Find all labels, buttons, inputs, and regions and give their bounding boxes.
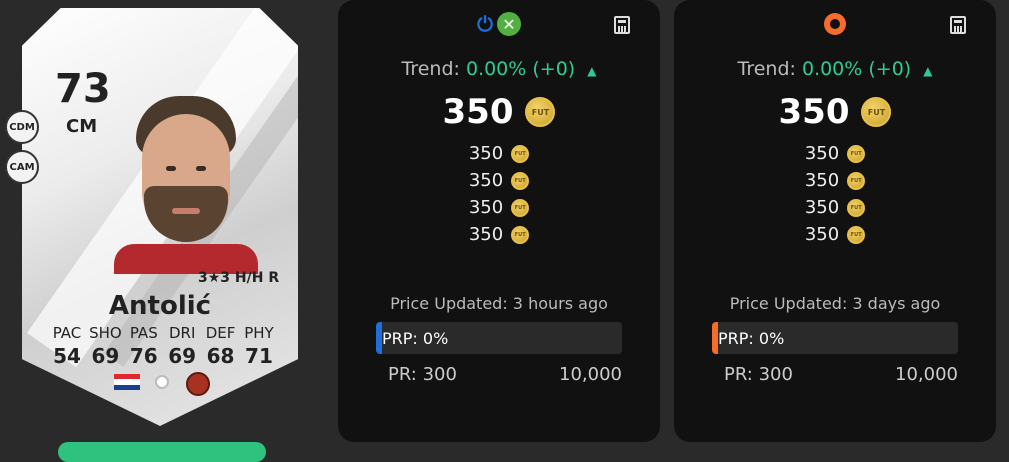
stat-label: PHY (244, 324, 274, 342)
player-photo (114, 96, 258, 274)
prp-bar: PRP: 0% (376, 322, 622, 354)
price-list: 350 FUT 350 FUT 350 FUT 350 FUT (338, 140, 660, 248)
trend-value: 0.00% (+0) (465, 58, 576, 80)
trend-up-icon: ▲ (923, 64, 933, 78)
club-crest-icon (186, 372, 210, 396)
coin-icon: FUT (861, 97, 892, 127)
skill-moves-weak-foot: 3★3 H/H R (198, 270, 280, 286)
coin-icon: FUT (847, 198, 866, 217)
trend-value: 0.00% (+0) (801, 58, 912, 80)
stat-label: PAC (52, 324, 82, 342)
price-updated: Price Updated: 3 hours ago (390, 294, 608, 313)
stat-label: DEF (205, 324, 236, 342)
stat-value: 69 (91, 344, 120, 368)
coin-icon: FUT (511, 144, 530, 163)
pr-min: PR: 300 (388, 364, 457, 385)
alt-position-cam: CAM (5, 150, 39, 184)
console-price-panel: ⏻ ✕ Trend: 0.00% (+0) ▲ 350 FUT 350 FUT 3… (338, 0, 660, 442)
calculator-icon[interactable] (614, 16, 630, 34)
price-range: PR: 300 10,000 (724, 364, 958, 385)
origin-icon (824, 13, 846, 35)
prp-bar: PRP: 0% (712, 322, 958, 354)
trend-label: Trend: (401, 58, 460, 80)
coin-icon: FUT (511, 171, 530, 190)
coin-icon: FUT (511, 198, 530, 217)
list-item: 350 FUT (674, 167, 996, 194)
platform-icons: ⏻ ✕ (338, 12, 660, 36)
trend: Trend: 0.00% (+0) ▲ (338, 58, 660, 80)
stat-label: DRI (168, 324, 196, 342)
platform-icons (674, 12, 996, 35)
pr-max: 10,000 (559, 364, 622, 385)
stat-value: 54 (53, 344, 81, 368)
player-card[interactable]: 73 CM CDM CAM 3★3 H/H R Antolić PAC SHO … (0, 0, 320, 462)
playstation-icon: ⏻ (477, 12, 493, 36)
action-button[interactable] (58, 442, 266, 462)
player-name: Antolić (108, 291, 212, 321)
list-item: 350 FUT (674, 194, 996, 221)
price-value: 350 (778, 92, 850, 132)
current-price: 350 FUT (674, 92, 996, 132)
stat-label: SHO (89, 324, 122, 342)
trend: Trend: 0.00% (+0) ▲ (674, 58, 996, 80)
stat-value: 76 (129, 344, 158, 368)
xbox-icon: ✕ (496, 12, 521, 36)
pr-max: 10,000 (895, 364, 958, 385)
coin-icon: FUT (511, 225, 530, 244)
list-item: 350 FUT (674, 140, 996, 167)
price-updated: Price Updated: 3 days ago (729, 294, 941, 313)
trend-up-icon: ▲ (587, 64, 597, 78)
price-range: PR: 300 10,000 (388, 364, 622, 385)
stat-value: 71 (245, 344, 273, 368)
stat-value: 69 (168, 344, 197, 368)
list-item: 350 FUT (674, 221, 996, 248)
list-item: 350 FUT (338, 221, 660, 248)
stat-label: PAS (129, 324, 158, 342)
stat-value: 68 (206, 344, 235, 368)
price-value: 350 (442, 92, 514, 132)
stat-labels: PAC SHO PAS DRI DEF PHY (48, 324, 278, 342)
current-price: 350 FUT (338, 92, 660, 132)
coin-icon: FUT (847, 144, 866, 163)
list-item: 350 FUT (338, 167, 660, 194)
list-item: 350 FUT (338, 194, 660, 221)
prp-label: PRP: 0% (382, 329, 449, 348)
stat-values: 54 69 76 69 68 71 (48, 344, 278, 368)
calculator-icon[interactable] (950, 16, 966, 34)
list-item: 350 FUT (338, 140, 660, 167)
price-list: 350 FUT 350 FUT 350 FUT 350 FUT (674, 140, 996, 248)
coin-icon: FUT (525, 97, 556, 127)
coin-icon: FUT (847, 225, 866, 244)
coin-icon: FUT (847, 171, 866, 190)
prp-label: PRP: 0% (718, 329, 785, 348)
league-icon (155, 375, 169, 389)
player-rating: 73 (55, 66, 111, 112)
pc-price-panel: Trend: 0.00% (+0) ▲ 350 FUT 350 FUT 350 FU… (674, 0, 996, 442)
pr-min: PR: 300 (724, 364, 793, 385)
croatia-flag-icon (114, 374, 140, 390)
trend-label: Trend: (737, 58, 796, 80)
player-position: CM (66, 116, 98, 137)
alt-position-cdm: CDM (5, 110, 39, 144)
